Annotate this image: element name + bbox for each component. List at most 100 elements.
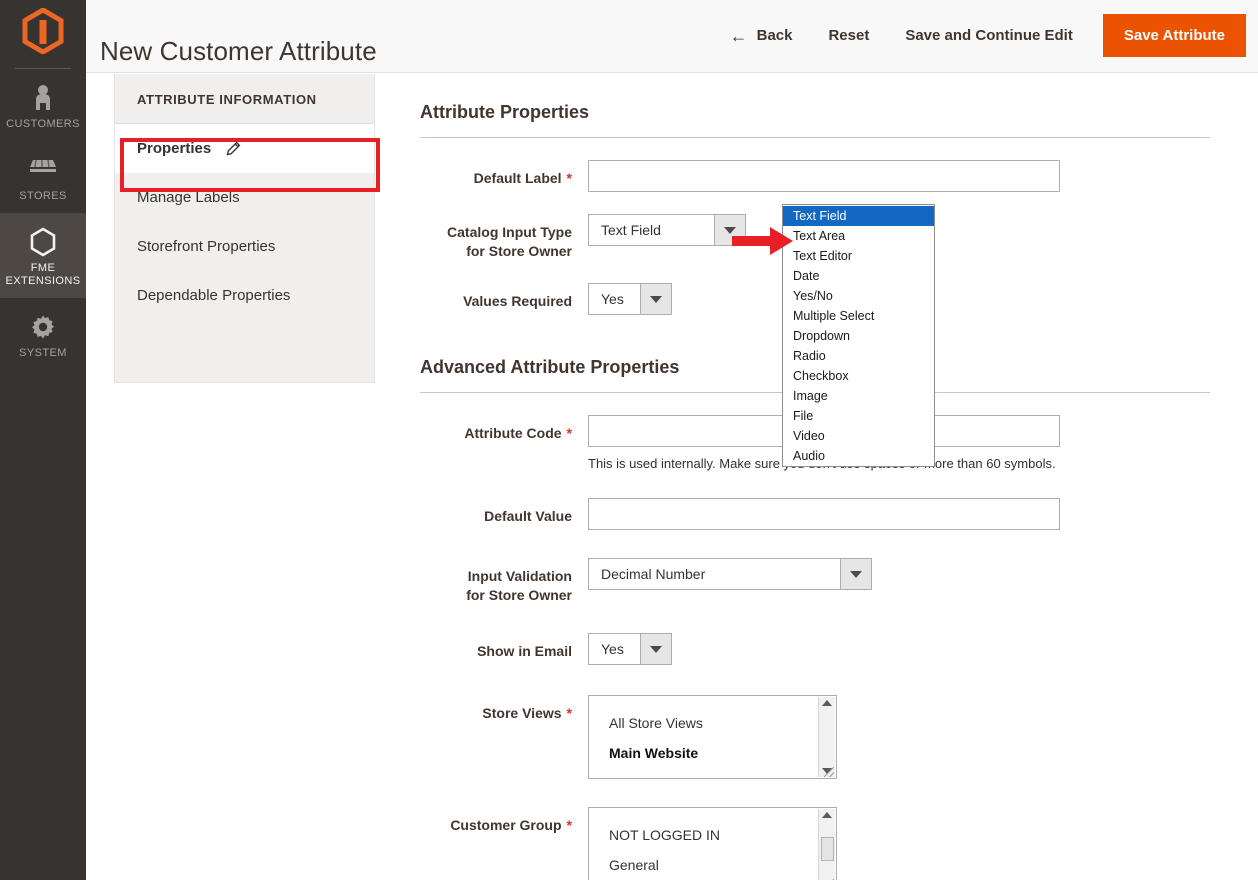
scrollbar[interactable] xyxy=(818,809,835,880)
save-and-continue-edit-button[interactable]: Save and Continue Edit xyxy=(887,17,1091,54)
dropdown-option[interactable]: Date xyxy=(783,266,934,286)
list-item[interactable]: General xyxy=(589,850,836,880)
dropdown-option[interactable]: Yes/No xyxy=(783,286,934,306)
dropdown-option[interactable]: Image xyxy=(783,386,934,406)
store-views-control: All Store Views Main Website xyxy=(588,695,837,779)
sidebar-item-customers[interactable]: CUSTOMERS xyxy=(0,69,86,141)
attribute-information-panel: ATTRIBUTE INFORMATION Properties Manage … xyxy=(114,74,375,383)
resize-handle[interactable] xyxy=(824,767,834,777)
values-required-select[interactable]: Yes xyxy=(588,283,672,315)
nav-item-label: Properties xyxy=(137,140,212,157)
dropdown-option[interactable]: Text Field xyxy=(783,206,934,226)
catalog-input-type-control: Text Field xyxy=(588,214,746,246)
default-label-input[interactable] xyxy=(588,160,1060,192)
store-views-listbox[interactable]: All Store Views Main Website xyxy=(588,695,837,779)
header-actions: ← Back Reset Save and Continue Edit Save… xyxy=(712,14,1246,57)
list-item[interactable]: Main Website xyxy=(589,738,836,768)
person-icon xyxy=(2,83,84,113)
customer-group-label: Customer Group * xyxy=(450,817,572,833)
gear-icon xyxy=(2,312,84,342)
values-required-control: Yes xyxy=(588,283,672,315)
scrollbar[interactable] xyxy=(818,697,835,777)
nav-item-properties[interactable]: Properties xyxy=(115,124,374,173)
catalog-input-type-value: Text Field xyxy=(588,214,714,246)
section-divider xyxy=(420,137,1210,138)
dropdown-option[interactable]: Dropdown xyxy=(783,326,934,346)
page-title: New Customer Attribute xyxy=(100,36,377,67)
dropdown-option[interactable]: Audio xyxy=(783,446,934,466)
field-row-show-in-email: Show in Email Yes xyxy=(400,633,1230,665)
required-marker: * xyxy=(566,170,572,186)
sidebar-item-fme-extensions[interactable]: FME EXTENSIONS xyxy=(0,213,86,298)
scroll-up-icon[interactable] xyxy=(822,700,832,706)
show-in-email-control: Yes xyxy=(588,633,672,665)
reset-button[interactable]: Reset xyxy=(810,17,887,54)
back-button-label: Back xyxy=(756,27,793,44)
catalog-input-type-label: Catalog Input Type for Store Owner xyxy=(447,224,572,259)
required-marker: * xyxy=(566,425,572,441)
arrow-left-icon: ← xyxy=(729,25,748,46)
chevron-down-icon[interactable] xyxy=(640,283,672,315)
attribute-properties-heading: Attribute Properties xyxy=(420,102,590,122)
save-attribute-button[interactable]: Save Attribute xyxy=(1102,14,1246,57)
catalog-input-type-select[interactable]: Text Field xyxy=(588,214,746,246)
scrollbar-thumb[interactable] xyxy=(820,837,834,861)
catalog-input-type-dropdown-list[interactable]: Text Field Text Area Text Editor Date Ye… xyxy=(782,204,935,467)
hexagon-icon xyxy=(2,227,84,257)
dropdown-option[interactable]: Video xyxy=(783,426,934,446)
field-row-default-label: Default Label * xyxy=(400,160,1230,192)
dropdown-option[interactable]: File xyxy=(783,406,934,426)
nav-item-dependable-properties[interactable]: Dependable Properties xyxy=(115,271,374,320)
default-value-input[interactable] xyxy=(588,498,1060,530)
required-marker: * xyxy=(566,817,572,833)
default-label-label: Default Label * xyxy=(473,170,572,186)
input-validation-control: Decimal Number xyxy=(588,558,872,590)
navpanel-title: ATTRIBUTE INFORMATION xyxy=(115,74,374,124)
input-validation-label: Input Validation for Store Owner xyxy=(466,568,572,603)
show-in-email-label: Show in Email xyxy=(477,643,572,659)
back-button[interactable]: ← Back xyxy=(712,17,811,55)
sidebar-item-system[interactable]: SYSTEM xyxy=(0,298,86,370)
default-label-control xyxy=(588,160,1060,192)
dropdown-option[interactable]: Radio xyxy=(783,346,934,366)
required-marker: * xyxy=(566,705,572,721)
pencil-icon xyxy=(225,141,241,157)
dropdown-option[interactable]: Checkbox xyxy=(783,366,934,386)
sidebar-item-stores[interactable]: STORES xyxy=(0,141,86,213)
chevron-down-icon[interactable] xyxy=(840,558,872,590)
sidebar-item-label: CUSTOMERS xyxy=(6,118,80,130)
scroll-up-icon[interactable] xyxy=(822,812,832,818)
dropdown-option[interactable]: Text Editor xyxy=(783,246,934,266)
input-validation-select[interactable]: Decimal Number xyxy=(588,558,872,590)
attribute-form: Attribute Properties Default Label * Cata… xyxy=(400,74,1230,880)
chevron-down-icon[interactable] xyxy=(640,633,672,665)
list-item[interactable]: NOT LOGGED IN xyxy=(589,820,836,850)
admin-page: CUSTOMERS STORES FME EXTENSIONS SYSTEM N… xyxy=(0,0,1258,880)
customer-group-control: NOT LOGGED IN General xyxy=(588,807,837,880)
sidebar-item-label: SYSTEM xyxy=(19,347,67,359)
dropdown-option[interactable]: Text Area xyxy=(783,226,934,246)
sidebar-item-label: STORES xyxy=(19,190,67,202)
show-in-email-select[interactable]: Yes xyxy=(588,633,672,665)
annotation-arrow-icon xyxy=(732,226,794,261)
magento-logo-icon[interactable] xyxy=(0,0,86,62)
nav-item-manage-labels[interactable]: Manage Labels xyxy=(115,173,374,222)
store-views-label: Store Views * xyxy=(482,705,572,721)
input-validation-value: Decimal Number xyxy=(588,558,840,590)
page-header: New Customer Attribute ← Back Reset Save… xyxy=(86,0,1258,73)
dropdown-option[interactable]: Multiple Select xyxy=(783,306,934,326)
customer-group-listbox[interactable]: NOT LOGGED IN General xyxy=(588,807,837,880)
default-value-label: Default Value xyxy=(484,508,572,524)
values-required-label: Values Required xyxy=(463,293,572,309)
field-row-default-value: Default Value xyxy=(400,498,1230,530)
admin-sidebar-rail: CUSTOMERS STORES FME EXTENSIONS SYSTEM xyxy=(0,0,86,880)
show-in-email-value: Yes xyxy=(588,633,640,665)
attribute-code-label: Attribute Code * xyxy=(464,425,572,441)
field-row-customer-group: Customer Group * NOT LOGGED IN General xyxy=(400,807,1230,880)
sidebar-item-label: FME EXTENSIONS xyxy=(5,262,81,287)
nav-item-storefront-properties[interactable]: Storefront Properties xyxy=(115,222,374,271)
values-required-value: Yes xyxy=(588,283,640,315)
list-item[interactable]: All Store Views xyxy=(589,708,836,738)
default-value-control xyxy=(588,498,1060,530)
field-row-store-views: Store Views * All Store Views Main Websit… xyxy=(400,695,1230,779)
